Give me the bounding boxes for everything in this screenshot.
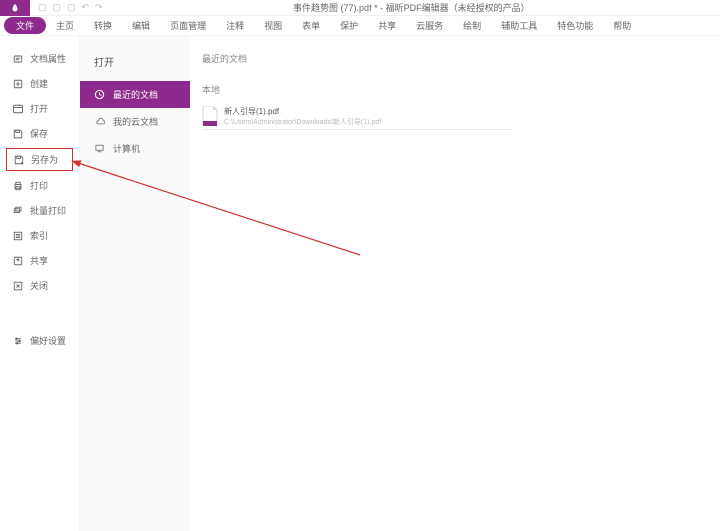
recent-file-item[interactable]: 新人引导(1).pdf C:\Users\Administrator\Downl… <box>202 104 512 130</box>
save-icon[interactable]: ▢ <box>53 2 62 13</box>
menu-tab-8[interactable]: 保护 <box>330 17 368 34</box>
open-item-computer[interactable]: 计算机 <box>80 135 190 162</box>
sidebar-label: 另存为 <box>31 153 58 166</box>
menu-tab-9[interactable]: 共享 <box>368 17 406 34</box>
create-icon <box>12 78 24 90</box>
redo-icon[interactable]: ↷ <box>95 2 103 13</box>
undo-icon[interactable]: ↶ <box>82 2 90 13</box>
index-icon <box>12 230 24 242</box>
menu-tab-5[interactable]: 注释 <box>216 17 254 34</box>
open-icon <box>12 103 24 115</box>
clock-icon <box>94 89 105 100</box>
app-logo <box>0 0 30 16</box>
sidebar-item-props[interactable]: 文档属性 <box>0 46 79 71</box>
content-area: 最近的文档 本地 新人引导(1).pdf C:\Users\Administra… <box>190 36 720 531</box>
computer-icon <box>94 143 105 154</box>
menu-tab-13[interactable]: 特色功能 <box>547 17 603 34</box>
menu-tab-0[interactable]: 文件 <box>4 17 46 34</box>
sidebar-label: 创建 <box>30 77 48 90</box>
sidebar-item-share[interactable]: 共享 <box>0 248 79 273</box>
sidebar-label: 偏好设置 <box>30 334 66 347</box>
file-sidebar: 文档属性创建打开保存另存为打印批量打印索引共享关闭偏好设置 <box>0 36 80 531</box>
menu-tab-10[interactable]: 云服务 <box>406 17 453 34</box>
sidebar-item-prefs[interactable]: 偏好设置 <box>0 328 79 353</box>
open-item-clock[interactable]: 最近的文档 <box>80 81 190 108</box>
open-item-label: 最近的文档 <box>113 88 158 101</box>
save-icon <box>12 128 24 140</box>
menu-tab-2[interactable]: 转换 <box>84 17 122 34</box>
sidebar-label: 关闭 <box>30 279 48 292</box>
props-icon <box>12 53 24 65</box>
sidebar-item-close[interactable]: 关闭 <box>0 273 79 298</box>
menu-tab-4[interactable]: 页面管理 <box>160 17 216 34</box>
cloud-icon <box>94 116 105 127</box>
open-sidebar: 打开 最近的文档我的云文档计算机 <box>80 36 190 531</box>
sidebar-item-create[interactable]: 创建 <box>0 71 79 96</box>
open-header: 打开 <box>80 46 190 81</box>
mid-items: 最近的文档我的云文档计算机 <box>80 81 190 162</box>
menu-tab-7[interactable]: 表单 <box>292 17 330 34</box>
folder-icon[interactable]: ▢ <box>38 2 47 13</box>
batch-icon <box>12 205 24 217</box>
sidebar-item-save[interactable]: 保存 <box>0 121 79 146</box>
share-icon <box>12 255 24 267</box>
quick-access-toolbar: ▢ ▢ ▢ ↶ ↷ <box>38 2 103 13</box>
window-title: 事件趋势图 (77).pdf * - 福昕PDF编辑器（未经授权的产品） <box>103 1 720 14</box>
sidebar-label: 索引 <box>30 229 48 242</box>
menu-tab-12[interactable]: 辅助工具 <box>491 17 547 34</box>
print-icon <box>12 180 24 192</box>
sidebar-label: 文档属性 <box>30 52 66 65</box>
menu-tab-6[interactable]: 视图 <box>254 17 292 34</box>
close-icon <box>12 280 24 292</box>
content-header: 最近的文档 <box>202 52 708 65</box>
menu-tab-3[interactable]: 编辑 <box>122 17 160 34</box>
pdf-file-icon <box>202 106 218 126</box>
sidebar-label: 批量打印 <box>30 204 66 217</box>
saveas-icon <box>13 154 25 166</box>
sidebar-item-index[interactable]: 索引 <box>0 223 79 248</box>
open-item-cloud[interactable]: 我的云文档 <box>80 108 190 135</box>
menu-tab-14[interactable]: 帮助 <box>603 17 641 34</box>
menu-tab-11[interactable]: 绘制 <box>453 17 491 34</box>
sidebar-label: 保存 <box>30 127 48 140</box>
titlebar: ▢ ▢ ▢ ↶ ↷ 事件趋势图 (77).pdf * - 福昕PDF编辑器（未经… <box>0 0 720 16</box>
open-item-label: 计算机 <box>113 142 140 155</box>
menu-tab-1[interactable]: 主页 <box>46 17 84 34</box>
prefs-icon <box>12 335 24 347</box>
print-icon[interactable]: ▢ <box>67 2 76 13</box>
sidebar-item-batch[interactable]: 批量打印 <box>0 198 79 223</box>
sidebar-label: 共享 <box>30 254 48 267</box>
sidebar-item-open[interactable]: 打开 <box>0 96 79 121</box>
sidebar-item-print[interactable]: 打印 <box>0 173 79 198</box>
sidebar-label: 打开 <box>30 102 48 115</box>
section-label: 本地 <box>202 83 708 96</box>
open-item-label: 我的云文档 <box>113 115 158 128</box>
sidebar-label: 打印 <box>30 179 48 192</box>
sidebar-item-saveas[interactable]: 另存为 <box>6 148 73 171</box>
file-name: 新人引导(1).pdf <box>224 106 381 117</box>
menubar: 文件主页转换编辑页面管理注释视图表单保护共享云服务绘制辅助工具特色功能帮助 <box>0 16 720 36</box>
file-path: C:\Users\Administrator\Downloads\新人引导(1)… <box>224 117 381 127</box>
